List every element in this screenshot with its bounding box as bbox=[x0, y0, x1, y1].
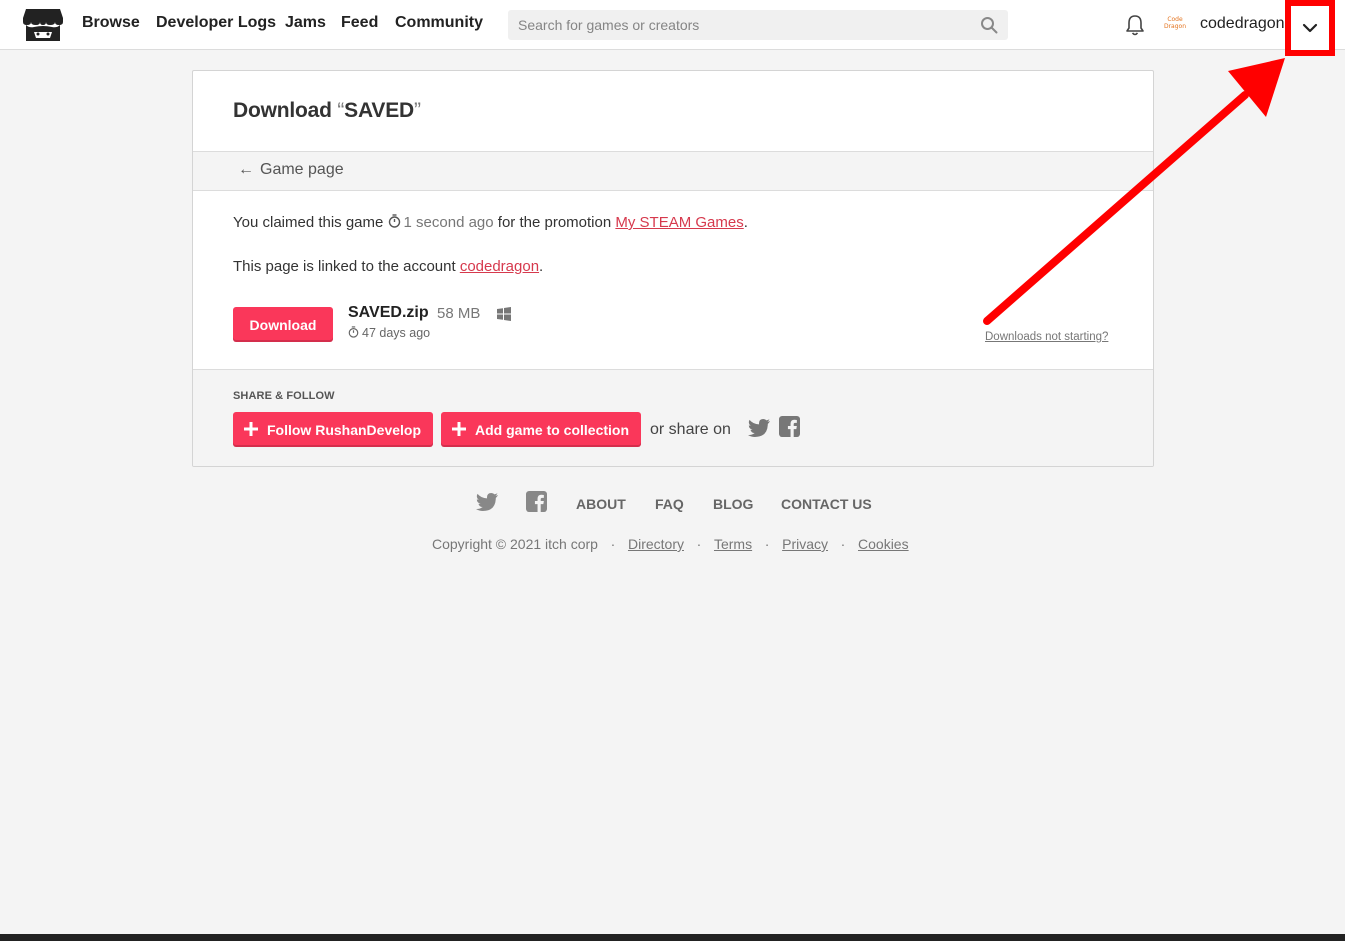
footer-facebook-icon[interactable] bbox=[526, 491, 547, 512]
windows-icon bbox=[497, 307, 511, 321]
promotion-link[interactable]: My STEAM Games bbox=[615, 214, 743, 231]
follow-label: Follow RushanDevelop bbox=[267, 421, 422, 438]
claim-time: 1 second ago bbox=[403, 214, 494, 231]
share-on-label: or share on bbox=[650, 421, 731, 438]
file-size: 58 MB bbox=[437, 305, 481, 322]
avatar-text-top: Code bbox=[1167, 16, 1183, 23]
claim-prefix: You claimed this game bbox=[233, 214, 384, 231]
nav-browse[interactable]: Browse bbox=[82, 14, 140, 32]
linked-suffix: . bbox=[539, 258, 544, 275]
chevron-down-icon bbox=[1302, 23, 1318, 33]
separator: · bbox=[610, 536, 616, 552]
footer-about-link[interactable]: ABOUT bbox=[576, 496, 626, 512]
file-date-text: 47 days ago bbox=[362, 326, 431, 340]
game-page-link[interactable]: ← Game page bbox=[238, 161, 344, 179]
separator: · bbox=[764, 536, 770, 552]
game-page-label: Game page bbox=[260, 161, 344, 178]
claim-suffix: . bbox=[743, 214, 748, 231]
search-icon[interactable] bbox=[980, 16, 998, 34]
facebook-icon[interactable] bbox=[779, 416, 800, 437]
username[interactable]: codedragon bbox=[1200, 15, 1285, 33]
share-follow-title: SHARE & FOLLOW bbox=[233, 390, 335, 402]
collection-label: Add game to collection bbox=[475, 421, 630, 438]
footer-cookies-link[interactable]: Cookies bbox=[858, 536, 909, 552]
download-button[interactable]: Download bbox=[233, 307, 333, 342]
footer-contact-link[interactable]: CONTACT US bbox=[781, 496, 872, 512]
twitter-icon[interactable] bbox=[748, 418, 770, 438]
linked-account-info: This page is linked to the account coded… bbox=[233, 258, 543, 275]
nav-feed[interactable]: Feed bbox=[341, 14, 378, 32]
search-input[interactable] bbox=[509, 11, 969, 39]
back-bar: ← Game page bbox=[193, 151, 1153, 191]
separator: · bbox=[696, 536, 702, 552]
title-game-name: SAVED bbox=[344, 99, 414, 122]
nav-developer-logs[interactable]: Developer Logs bbox=[156, 14, 276, 32]
search-box bbox=[508, 10, 1008, 40]
footer-privacy-link[interactable]: Privacy bbox=[782, 536, 828, 552]
file-name: SAVED.zip bbox=[348, 304, 429, 321]
bottom-bar bbox=[0, 934, 1345, 941]
plus-icon bbox=[244, 422, 258, 436]
add-to-collection-button[interactable]: Add game to collection bbox=[441, 412, 642, 447]
avatar[interactable]: Code Dragon bbox=[1161, 12, 1189, 38]
copyright-text: Copyright © 2021 itch corp bbox=[432, 536, 598, 552]
footer-faq-link[interactable]: FAQ bbox=[655, 496, 684, 512]
arrow-left-icon: ← bbox=[238, 161, 254, 178]
footer-copyright-row: Copyright © 2021 itch corp · Directory · Ter… bbox=[432, 536, 909, 552]
nav-community[interactable]: Community bbox=[395, 14, 483, 32]
nav-jams[interactable]: Jams bbox=[285, 14, 326, 32]
share-follow-section: SHARE & FOLLOW Follow RushanDevelop Add … bbox=[193, 369, 1153, 466]
user-menu-dropdown-button[interactable] bbox=[1285, 0, 1335, 56]
top-header: Browse Developer Logs Jams Feed Communit… bbox=[0, 0, 1345, 50]
download-card: Download “SAVED” ← Game page You claimed … bbox=[192, 70, 1154, 467]
bell-icon[interactable] bbox=[1124, 13, 1146, 37]
account-link[interactable]: codedragon bbox=[460, 258, 539, 275]
linked-prefix: This page is linked to the account bbox=[233, 258, 456, 275]
claim-middle: for the promotion bbox=[497, 214, 612, 231]
avatar-text-bottom: Dragon bbox=[1163, 23, 1187, 30]
footer-blog-link[interactable]: BLOG bbox=[713, 496, 753, 512]
footer-twitter-icon[interactable] bbox=[476, 492, 498, 512]
title-prefix: Download bbox=[233, 99, 332, 122]
itch-logo[interactable] bbox=[22, 6, 64, 44]
file-upload-date: 47 days ago bbox=[348, 326, 430, 340]
plus-icon bbox=[452, 422, 466, 436]
stopwatch-icon bbox=[348, 326, 359, 338]
title-close-quote: ” bbox=[413, 99, 421, 122]
stopwatch-icon bbox=[388, 214, 400, 228]
page-title: Download “SAVED” bbox=[233, 99, 421, 123]
follow-button[interactable]: Follow RushanDevelop bbox=[233, 412, 434, 447]
separator: · bbox=[840, 536, 846, 552]
claim-info: You claimed this game 1 second ago for t… bbox=[233, 214, 748, 231]
footer-directory-link[interactable]: Directory bbox=[628, 536, 684, 552]
downloads-not-starting-link[interactable]: Downloads not starting? bbox=[985, 331, 1108, 343]
footer-terms-link[interactable]: Terms bbox=[714, 536, 752, 552]
